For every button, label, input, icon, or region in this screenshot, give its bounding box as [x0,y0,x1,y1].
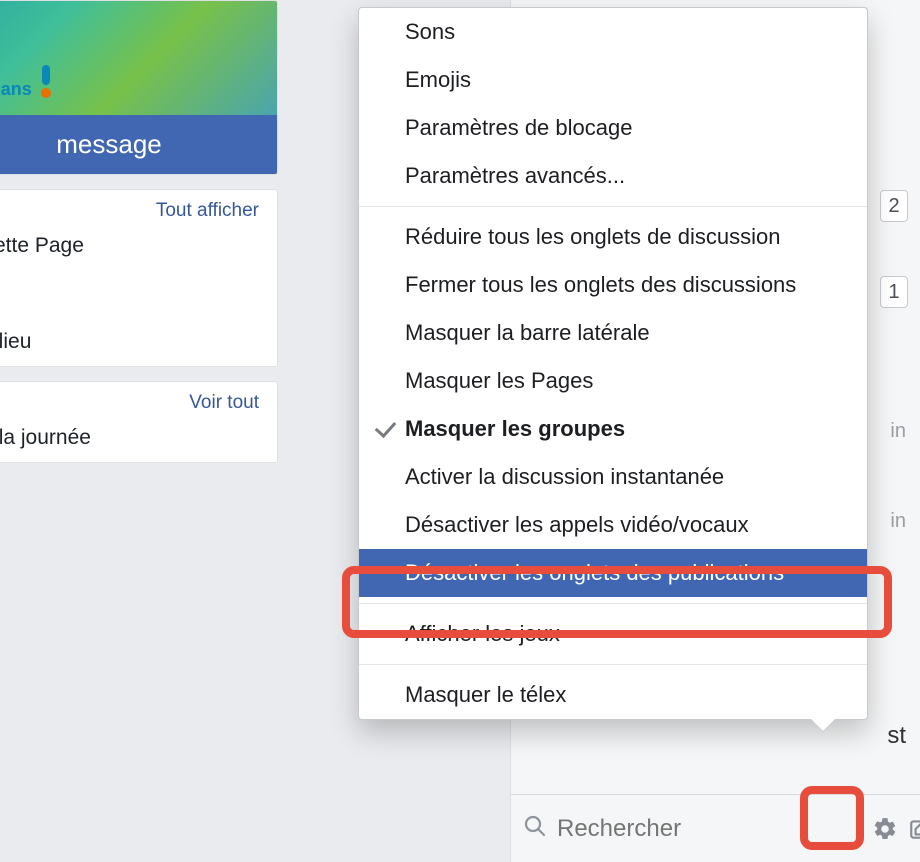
anniversary-badge: 30 ans [0,57,56,105]
page-action-row[interactable]: er cette Page [0,222,277,270]
sidebar-partial-text: in [890,510,906,533]
compose-icon[interactable] [903,811,920,847]
menu-divider [359,664,867,665]
chat-settings-menu: SonsEmojisParamètres de blocageParamètre… [358,7,868,720]
page-actions-card: Tout afficher er cette Page ça t ce lieu [0,189,278,367]
menu-item[interactable]: Masquer la barre latérale [359,309,867,357]
page-action-row[interactable]: t ce lieu [0,318,277,366]
menu-item[interactable]: Fermer tous les onglets des discussions [359,261,867,309]
hours-row: ans la journée [0,414,277,462]
search-icon [523,814,547,843]
sidebar-partial-text: st [887,722,906,750]
menu-divider [359,603,867,604]
menu-item[interactable]: Désactiver les appels vidéo/vocaux [359,501,867,549]
menu-item[interactable]: Masquer les Pages [359,357,867,405]
menu-item[interactable]: Réduire tous les onglets de discussion [359,213,867,261]
page-hours-card: Voir tout ans la journée [0,381,278,463]
menu-divider [359,206,867,207]
send-message-button[interactable]: message [0,115,277,174]
count-badge: 2 [880,190,908,222]
menu-item[interactable]: Désactiver les onglets des publications [359,549,867,597]
menu-item[interactable]: Emojis [359,56,867,104]
menu-item[interactable]: Sons [359,8,867,56]
sidebar-partial-text: in [890,420,906,443]
chat-search-bar [511,794,920,862]
gear-icon[interactable] [867,811,903,847]
exclamation-icon [36,65,56,99]
page-action-row[interactable]: ça [0,270,277,318]
show-all-link[interactable]: Tout afficher [156,200,259,222]
menu-item[interactable]: Afficher les jeux [359,610,867,658]
left-column: 30 ans message Tout afficher er cette Pa… [0,0,278,477]
chat-search-input[interactable] [557,815,867,843]
menu-item[interactable]: Activer la discussion instantanée [359,453,867,501]
menu-item[interactable]: Masquer les groupes [359,405,867,453]
menu-item[interactable]: Masquer le télex [359,671,867,719]
count-badge: 1 [880,276,908,308]
badge-ans: ans [1,79,32,100]
menu-item[interactable]: Paramètres avancés... [359,152,867,200]
menu-item[interactable]: Paramètres de blocage [359,104,867,152]
see-all-link[interactable]: Voir tout [189,392,259,414]
page-cover-image: 30 ans [0,1,277,115]
page-card: 30 ans message [0,0,278,175]
